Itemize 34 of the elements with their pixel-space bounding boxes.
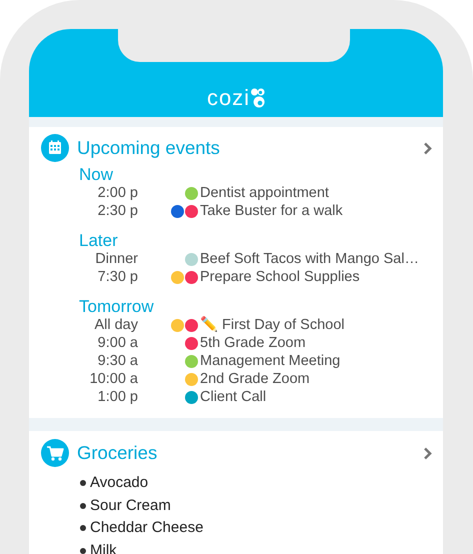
group-label: Now: [79, 165, 114, 184]
event-title[interactable]: 5th Grade Zoom: [200, 334, 306, 352]
grocery-item[interactable]: Sour Cream: [90, 494, 171, 517]
event-time: 1:00 p: [96, 388, 138, 406]
event-time: 2:30 p: [96, 202, 138, 220]
event-title[interactable]: Beef Soft Tacos with Mango Sal…: [200, 250, 419, 268]
calendar-icon: [41, 134, 69, 162]
event-title[interactable]: ✏ First Day of School: [200, 316, 345, 334]
eyes-icon: [251, 88, 266, 108]
event-title[interactable]: Prepare School Supplies: [200, 268, 360, 286]
chevron-icon[interactable]: [423, 142, 432, 154]
event-title[interactable]: Dentist appointment: [200, 184, 329, 202]
grocery-item[interactable]: Avocado: [90, 472, 148, 494]
cart-icon: [41, 439, 69, 467]
bullet-icon: [80, 548, 86, 554]
event-time: All day: [93, 316, 138, 334]
event-time: 7:30 p: [96, 268, 138, 286]
event-time: 2:00 p: [96, 184, 138, 202]
event-title[interactable]: Take Buster for a walk: [200, 202, 343, 220]
event-time: 9:00 a: [96, 334, 138, 352]
event-time: Dinner: [94, 250, 138, 268]
group-label: Later: [79, 231, 119, 250]
chevron-icon[interactable]: [423, 446, 432, 460]
event-title[interactable]: Management Meeting: [200, 352, 340, 370]
logo-text: cozi: [206, 87, 250, 109]
event-time: 10:00 a: [88, 370, 138, 388]
bullet-icon: [80, 502, 86, 509]
grocery-item[interactable]: Cheddar Cheese: [90, 517, 204, 540]
event-title[interactable]: 2nd Grade Zoom: [200, 370, 310, 388]
event-time: 9:30 a: [96, 352, 138, 370]
bullet-icon: [80, 525, 86, 532]
event-title[interactable]: Client Call: [200, 388, 266, 406]
bullet-icon: [80, 480, 86, 486]
group-label: Tomorrow: [79, 297, 155, 316]
